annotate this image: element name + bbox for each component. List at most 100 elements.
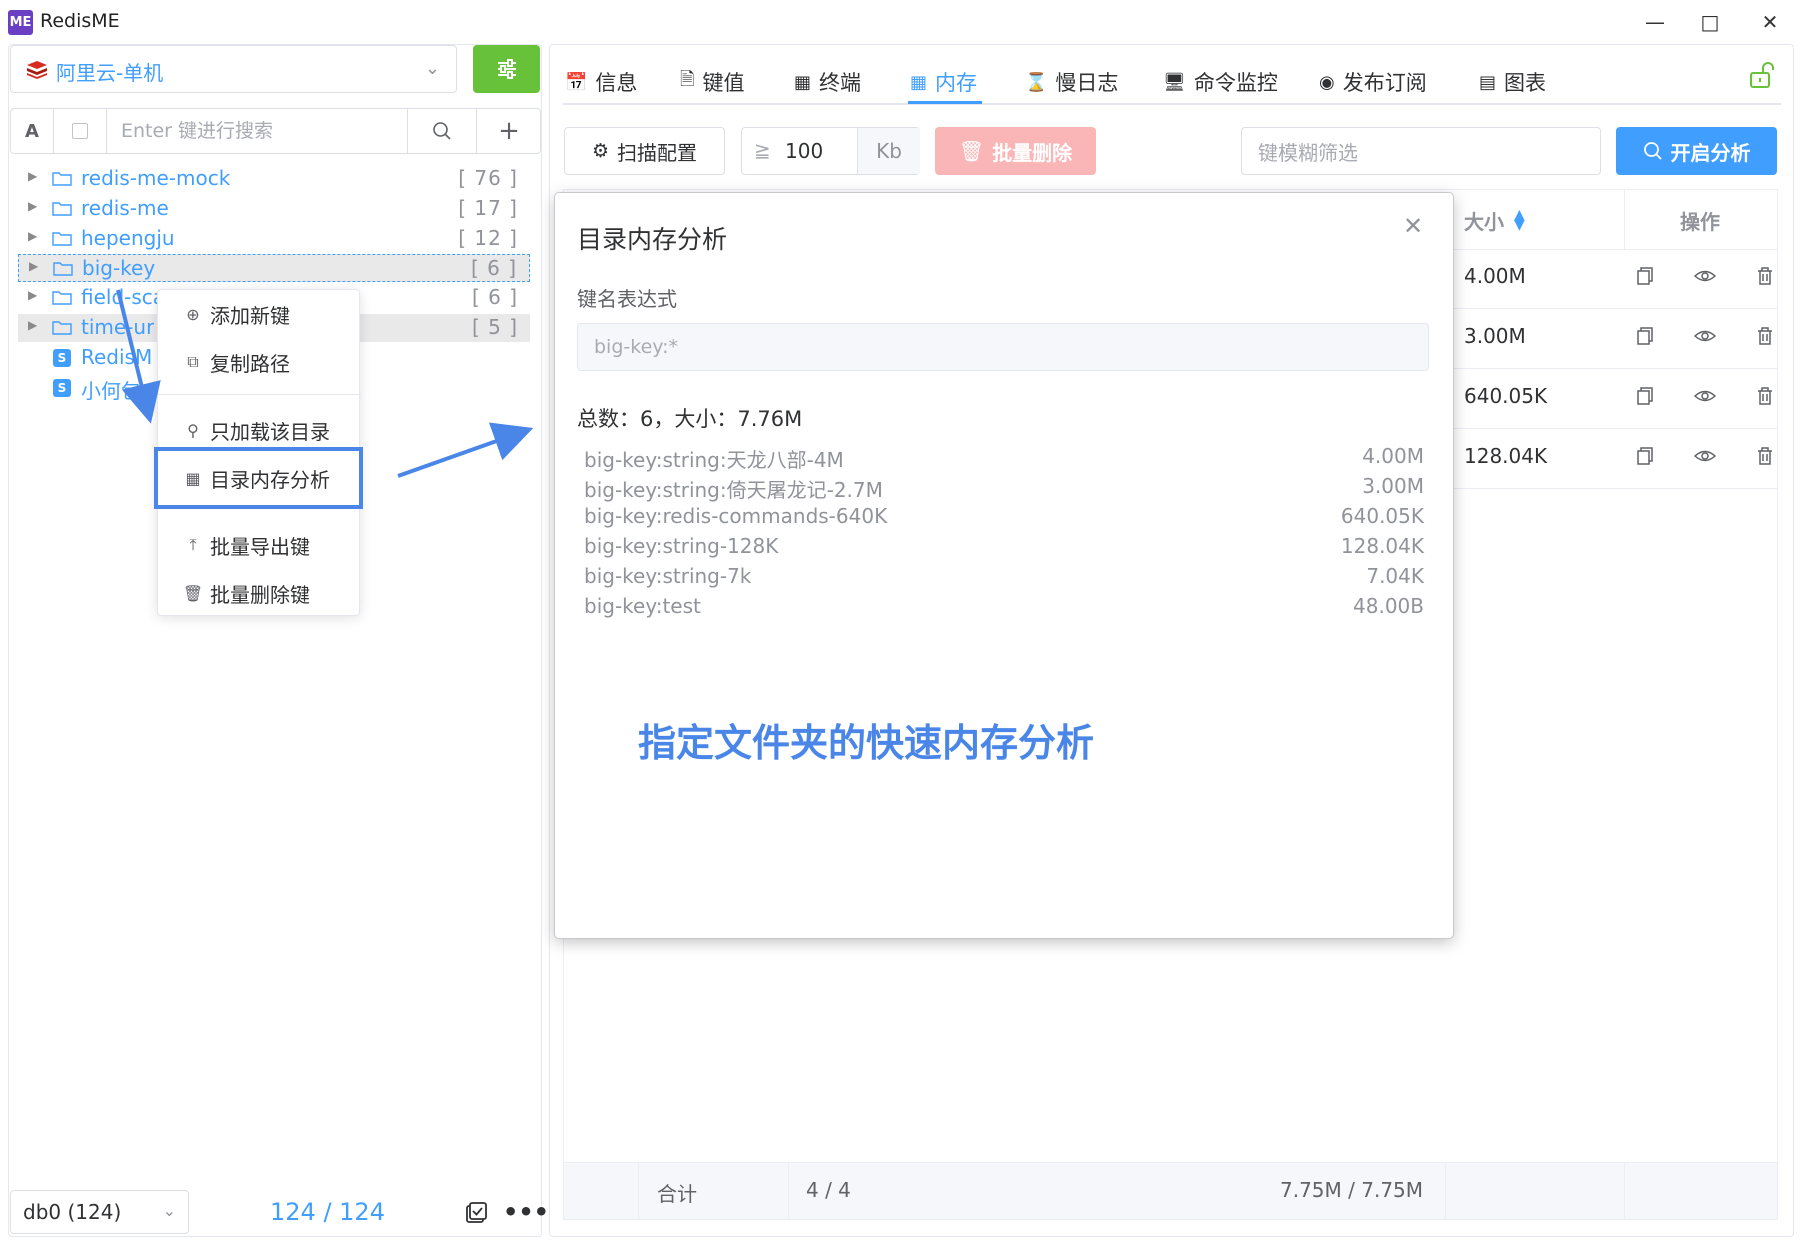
type-toggle-button[interactable]: A xyxy=(11,109,54,153)
analysis-key-size: 7.04K xyxy=(1366,564,1424,588)
add-key-icon[interactable]: + xyxy=(477,109,541,153)
caret-right-icon[interactable]: ▶ xyxy=(28,169,37,183)
trash-icon[interactable] xyxy=(1755,446,1775,466)
tab-5[interactable]: 🖥 命令监控 xyxy=(1163,62,1278,102)
redis-logo-icon xyxy=(27,61,47,79)
caret-right-icon[interactable]: ▶ xyxy=(28,288,37,302)
more-icon[interactable]: ••• xyxy=(503,1198,549,1226)
close-icon[interactable]: ✕ xyxy=(1403,212,1423,240)
footer-label: 合计 xyxy=(657,1182,697,1206)
context-menu-item-label: 复制路径 xyxy=(210,351,290,376)
tab-2[interactable]: ▦ 终端 xyxy=(794,62,861,102)
size-unit: Kb xyxy=(857,128,920,174)
minimize-icon[interactable]: — xyxy=(1635,8,1675,36)
copy-icon[interactable] xyxy=(1635,266,1655,286)
search-icon: ⚲ xyxy=(187,420,199,440)
row-size: 3.00M xyxy=(1464,324,1526,348)
string-type-icon: S xyxy=(53,379,71,397)
caret-right-icon[interactable]: ▶ xyxy=(29,259,38,273)
tab-3[interactable]: ▦ 内存 xyxy=(910,62,977,102)
batch-delete-label: 批量删除 xyxy=(992,140,1073,165)
folder-icon xyxy=(52,202,72,216)
unlock-icon[interactable] xyxy=(1748,60,1778,94)
copy-icon[interactable] xyxy=(1635,446,1655,466)
sliders-icon xyxy=(497,59,516,79)
eye-icon[interactable] xyxy=(1693,326,1717,346)
start-analysis-button[interactable]: 开启分析 xyxy=(1616,127,1777,175)
eye-icon[interactable] xyxy=(1693,266,1717,286)
scan-config-button[interactable]: ⚙ 扫描配置 xyxy=(564,127,725,175)
trash-icon[interactable] xyxy=(1755,326,1775,346)
batch-delete-button[interactable]: 🗑 批量删除 xyxy=(935,127,1096,175)
analysis-key-row: big-key:redis-commands-640K 640.05K xyxy=(584,504,1424,534)
analysis-key-size: 640.05K xyxy=(1340,504,1424,528)
tab-6[interactable]: ◉ 发布订阅 xyxy=(1319,62,1427,102)
tab-7[interactable]: ▤ 图表 xyxy=(1479,62,1546,102)
copy-icon[interactable] xyxy=(1635,326,1655,346)
row-actions xyxy=(1635,266,1775,286)
tab-label: 内存 xyxy=(935,71,978,95)
chevron-down-icon: ⌄ xyxy=(424,58,440,79)
sort-icon[interactable]: ▲ ▼ xyxy=(1514,208,1525,232)
tree-item[interactable]: ▶ redis-me-mock [ 76 ] xyxy=(18,165,530,193)
tab-4[interactable]: ⌛ 慢日志 xyxy=(1025,62,1118,102)
dialog-title: 目录内存分析 xyxy=(577,225,728,254)
analysis-key-row: big-key:string-7k 7.04K xyxy=(584,564,1424,594)
caret-right-icon[interactable]: ▶ xyxy=(28,229,37,243)
footer-count: 4 / 4 xyxy=(806,1178,851,1202)
upload-icon: ⤒ xyxy=(189,535,197,554)
app-logo: ME xyxy=(8,10,33,35)
ge-symbol: ≧ xyxy=(754,138,771,162)
caret-right-icon[interactable]: ▶ xyxy=(28,318,37,332)
column-header-size[interactable]: 大小 ▲ ▼ xyxy=(1464,190,1525,250)
key-expression-input[interactable]: big-key:* xyxy=(577,323,1429,371)
copy-icon[interactable] xyxy=(1635,386,1655,406)
analysis-key-name: big-key:string:天龙八部-4M xyxy=(584,448,844,472)
search-icon[interactable] xyxy=(407,109,477,153)
tree-item-label: big-key xyxy=(82,256,156,280)
search-input[interactable] xyxy=(107,109,407,153)
tree-item[interactable]: ▶ big-key [ 6 ] xyxy=(18,254,530,282)
connection-select[interactable]: 阿里云-单机 ⌄ xyxy=(10,45,457,93)
filter-settings-button[interactable] xyxy=(473,45,540,93)
min-size-input[interactable]: ≧ 100 Kb xyxy=(741,127,920,175)
folder-icon xyxy=(52,291,72,305)
context-menu-item[interactable]: ⊕ 添加新键 xyxy=(158,296,361,332)
tab-1[interactable]: 🗎 键值 xyxy=(680,62,744,102)
tree-item[interactable]: ▶ hepengju [ 12 ] xyxy=(18,225,530,253)
eye-icon[interactable] xyxy=(1693,386,1717,406)
context-menu-item[interactable]: ⚲ 只加载该目录 xyxy=(158,412,361,448)
row-size: 128.04K xyxy=(1464,444,1548,468)
tree-item-label: 小何包 xyxy=(81,379,141,403)
terminal-icon: ▦ xyxy=(794,71,812,93)
context-menu-item[interactable]: ⤒ 批量导出键 xyxy=(158,527,361,563)
db-select[interactable]: db0 (124) ⌄ xyxy=(10,1190,189,1234)
trash-icon[interactable] xyxy=(1755,386,1775,406)
trash-icon[interactable] xyxy=(1755,266,1775,286)
caret-right-icon[interactable]: ▶ xyxy=(28,199,37,213)
tab-divider xyxy=(563,103,1781,105)
select-all-checkbox[interactable] xyxy=(54,109,107,153)
analysis-key-row: big-key:test 48.00B xyxy=(584,594,1424,624)
trash-icon: 🗑 xyxy=(958,139,985,163)
tab-label: 命令监控 xyxy=(1193,71,1278,95)
string-type-icon: S xyxy=(53,349,71,367)
tree-item[interactable]: ▶ redis-me [ 17 ] xyxy=(18,195,530,223)
tab-label: 慢日志 xyxy=(1055,71,1119,95)
maximize-icon[interactable]: □ xyxy=(1690,8,1730,36)
tab-0[interactable]: 📅 信息 xyxy=(565,62,637,102)
tree-item-label: redis-me xyxy=(81,196,169,220)
key-expression-label: 键名表达式 xyxy=(577,287,677,311)
connection-name: 阿里云-单机 xyxy=(56,61,164,85)
tab-label: 发布订阅 xyxy=(1342,71,1427,95)
folder-icon xyxy=(52,232,72,246)
analysis-key-name: big-key:redis-commands-640K xyxy=(584,504,888,528)
eye-icon[interactable] xyxy=(1693,446,1717,466)
tree-item-count: [ 17 ] xyxy=(458,196,518,220)
fuzzy-filter-input[interactable]: 键模糊筛选 xyxy=(1241,127,1601,175)
close-icon[interactable]: ✕ xyxy=(1750,8,1790,36)
check-all-icon[interactable] xyxy=(464,1201,488,1229)
context-menu-item[interactable]: ⧉ 复制路径 xyxy=(158,344,361,380)
context-menu-item[interactable]: 🗑 批量删除键 xyxy=(158,575,361,611)
column-divider xyxy=(788,1163,789,1219)
